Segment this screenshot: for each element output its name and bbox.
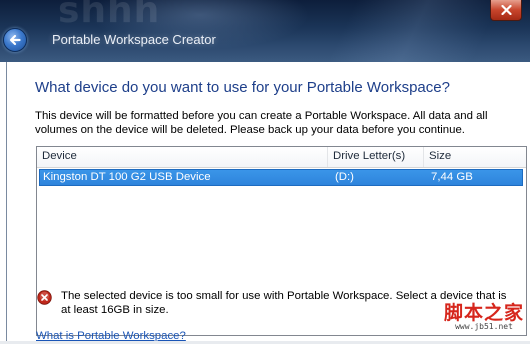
column-header-drive-letters[interactable]: Drive Letter(s) [327, 147, 423, 167]
close-icon [500, 5, 512, 15]
device-name-cell: Kingston DT 100 G2 USB Device [43, 171, 211, 183]
back-arrow-icon [9, 34, 21, 46]
site-logo: 脚本之家 www.jb51.net [440, 301, 528, 332]
column-header-size[interactable]: Size [423, 147, 526, 167]
device-row-selected[interactable]: Kingston DT 100 G2 USB Device (D:) 7,44 … [39, 169, 523, 186]
device-size-cell: 7,44 GB [431, 171, 473, 183]
drive-letter-cell: (D:) [335, 171, 354, 183]
title-bar: shhh Portable Workspace Creator [0, 0, 530, 62]
close-button[interactable] [490, 0, 522, 21]
page-description: This device will be formatted before you… [35, 110, 488, 136]
device-list-header: Device Drive Letter(s) Size [37, 147, 526, 168]
page-heading: What device do you want to use for your … [35, 79, 450, 96]
error-icon [37, 290, 52, 305]
back-button[interactable] [3, 28, 27, 52]
column-header-device[interactable]: Device [37, 147, 327, 167]
window-title: Portable Workspace Creator [52, 32, 216, 47]
background-watermark: shhh [58, 0, 161, 31]
